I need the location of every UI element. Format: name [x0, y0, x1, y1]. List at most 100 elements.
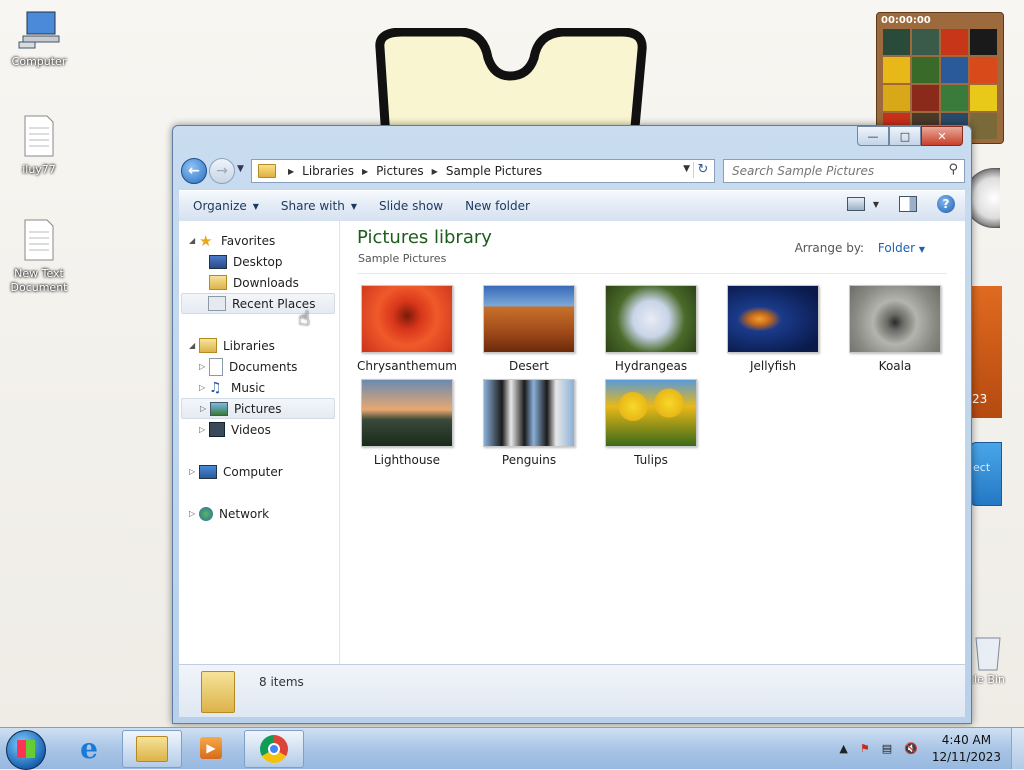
- library-subtitle: Sample Pictures: [358, 252, 447, 265]
- expand-triangle-icon[interactable]: ▷: [199, 362, 209, 371]
- folder-icon: [136, 736, 168, 762]
- close-button[interactable]: ✕: [921, 126, 963, 146]
- file-item[interactable]: Lighthouse: [357, 379, 457, 467]
- search-input[interactable]: [730, 163, 944, 179]
- desktop-icon-new-text-document[interactable]: New Text Document: [4, 218, 74, 295]
- expand-triangle-icon[interactable]: ◢: [189, 341, 199, 350]
- command-bar: Organize ▼ Share with ▼ Slide show New fol…: [179, 190, 965, 222]
- search-box[interactable]: ⚲: [723, 159, 965, 183]
- explorer-window[interactable]: — □ ✕ ← → ▼ ▶ Libraries ▶ Pictures ▶ Sam…: [172, 125, 972, 724]
- file-item[interactable]: Jellyfish: [723, 285, 823, 373]
- taskbar: e ▶ ▲ ⚑ ▤ 🔇 4:40 AM 12/11/2023: [0, 727, 1024, 770]
- expand-triangle-icon[interactable]: ▷: [200, 404, 210, 413]
- arrange-by-label: Arrange by:: [794, 241, 865, 255]
- chevron-right-icon[interactable]: ▶: [362, 167, 368, 176]
- puzzle-timer: 00:00:00: [881, 15, 931, 26]
- address-dropdown-icon[interactable]: ▼: [683, 164, 690, 174]
- clock[interactable]: 4:40 AM 12/11/2023: [932, 732, 1001, 766]
- back-button[interactable]: ←: [181, 158, 207, 184]
- nav-item-network[interactable]: ▷ Network: [189, 503, 269, 524]
- taskbar-internet-explorer[interactable]: e: [60, 730, 118, 766]
- breadcrumb: ▶ Libraries ▶ Pictures ▶ Sample Pictures: [280, 164, 542, 178]
- slideshow-gadget[interactable]: ect: [970, 442, 1002, 506]
- nav-item-label: Pictures: [234, 401, 282, 416]
- arrange-by-dropdown[interactable]: Folder ▼: [878, 241, 925, 255]
- text-file-icon: [24, 115, 54, 157]
- windows-logo-icon: [17, 740, 35, 758]
- preview-pane-icon[interactable]: [899, 196, 917, 212]
- nav-item-music[interactable]: ▷ ♫ Music: [199, 377, 265, 398]
- calendar-gadget[interactable]: 23: [968, 286, 1002, 418]
- breadcrumb-libraries[interactable]: Libraries: [302, 164, 354, 178]
- thumbnail-image: [727, 285, 819, 353]
- expand-triangle-icon[interactable]: ▷: [189, 509, 199, 518]
- nav-item-documents[interactable]: ▷ Documents: [199, 356, 297, 377]
- nav-item-downloads[interactable]: Downloads: [209, 272, 299, 293]
- maximize-button[interactable]: □: [889, 126, 921, 146]
- forward-arrow-icon: →: [216, 163, 228, 179]
- volume-muted-icon[interactable]: 🔇: [904, 742, 918, 755]
- address-bar[interactable]: ▶ Libraries ▶ Pictures ▶ Sample Pictures…: [251, 159, 715, 183]
- refresh-icon[interactable]: ↻: [693, 162, 712, 178]
- clock-date: 12/11/2023: [931, 749, 1001, 764]
- nav-item-label: Music: [231, 380, 266, 395]
- share-with-button[interactable]: Share with ▼: [281, 199, 357, 213]
- nav-item-desktop[interactable]: Desktop: [209, 251, 283, 272]
- chevron-right-icon[interactable]: ▶: [288, 167, 294, 176]
- action-center-flag-icon[interactable]: ⚑: [860, 742, 870, 755]
- file-item[interactable]: Tulips: [601, 379, 701, 467]
- file-name: Jellyfish: [749, 359, 797, 373]
- file-item[interactable]: Chrysanthemum: [357, 285, 457, 373]
- slide-show-button[interactable]: Slide show: [379, 199, 443, 213]
- chrome-icon: [260, 735, 288, 763]
- expand-triangle-icon[interactable]: ▷: [199, 425, 209, 434]
- taskbar-chrome[interactable]: [244, 730, 304, 768]
- chevron-right-icon[interactable]: ▶: [432, 167, 438, 176]
- view-options-dropdown-icon[interactable]: ▼: [873, 200, 879, 209]
- network-status-icon[interactable]: ▤: [882, 742, 892, 755]
- puzzle-grid[interactable]: [883, 29, 997, 139]
- file-item[interactable]: Koala: [845, 285, 945, 373]
- desktop-icon-iluy77[interactable]: iluy77: [4, 114, 74, 177]
- expand-triangle-icon[interactable]: ◢: [189, 236, 199, 245]
- command-bar-right: ▼ ?: [846, 195, 955, 213]
- organize-button[interactable]: Organize ▼: [193, 199, 259, 213]
- organize-label: Organize: [193, 199, 247, 213]
- file-name: Chrysanthemum: [357, 359, 457, 373]
- forward-button[interactable]: →: [209, 158, 235, 184]
- share-with-label: Share with: [280, 199, 345, 213]
- expand-triangle-icon[interactable]: ▷: [189, 467, 199, 476]
- nav-item-favorites[interactable]: ◢ ★ Favorites: [189, 230, 275, 251]
- desktop-icon-recycle-bin[interactable]: cle Bin: [968, 632, 1024, 686]
- new-folder-label: New folder: [465, 199, 530, 213]
- documents-icon: [209, 357, 223, 376]
- nav-item-label: Downloads: [233, 275, 299, 290]
- start-button[interactable]: [6, 730, 46, 770]
- recent-pages-dropdown[interactable]: ▼: [237, 164, 244, 174]
- nav-item-libraries[interactable]: ◢ Libraries: [189, 335, 275, 356]
- file-item[interactable]: Hydrangeas: [601, 285, 701, 373]
- expand-triangle-icon[interactable]: ▷: [199, 383, 209, 392]
- breadcrumb-sample-pictures[interactable]: Sample Pictures: [446, 164, 542, 178]
- search-icon[interactable]: ⚲: [948, 162, 958, 177]
- network-icon: [199, 506, 213, 521]
- minimize-button[interactable]: —: [857, 126, 889, 146]
- nav-item-pictures[interactable]: ▷ Pictures: [181, 398, 335, 419]
- nav-item-computer[interactable]: ▷ Computer: [189, 461, 283, 482]
- breadcrumb-pictures[interactable]: Pictures: [376, 164, 424, 178]
- library-title: Pictures library: [357, 227, 492, 248]
- show-desktop-button[interactable]: [1011, 728, 1024, 769]
- show-hidden-icons-icon[interactable]: ▲: [839, 742, 847, 755]
- nav-item-videos[interactable]: ▷ Videos: [199, 419, 271, 440]
- new-folder-button[interactable]: New folder: [465, 199, 530, 213]
- file-item[interactable]: Desert: [479, 285, 579, 373]
- file-item[interactable]: Penguins: [479, 379, 579, 467]
- desktop-icon-computer[interactable]: Computer: [4, 10, 74, 69]
- nav-item-label: Documents: [229, 359, 298, 374]
- change-view-icon[interactable]: [846, 197, 865, 211]
- taskbar-media-player[interactable]: ▶: [182, 730, 240, 766]
- help-icon[interactable]: ?: [937, 195, 955, 213]
- taskbar-windows-explorer[interactable]: [122, 730, 182, 768]
- nav-item-recent-places[interactable]: Recent Places: [181, 293, 335, 314]
- chevron-down-icon: ▼: [252, 201, 259, 211]
